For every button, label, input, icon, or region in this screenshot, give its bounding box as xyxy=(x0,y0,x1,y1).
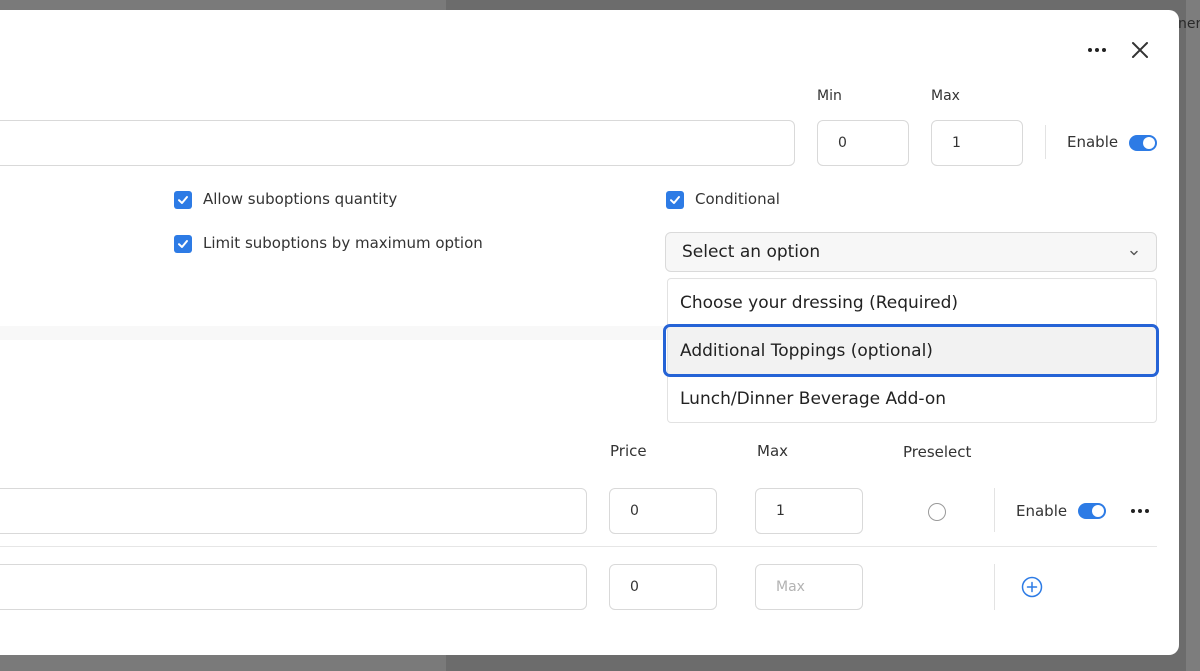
select-placeholder: Select an option xyxy=(682,242,821,262)
suboption-name-input[interactable] xyxy=(0,488,587,534)
preselect-header: Preselect xyxy=(903,443,972,461)
divider xyxy=(994,564,995,610)
dropdown-option[interactable]: Lunch/Dinner Beverage Add-on xyxy=(668,375,1156,423)
close-icon[interactable] xyxy=(1128,38,1152,62)
dropdown-option[interactable]: Choose your dressing (Required) xyxy=(668,279,1156,327)
allow-quantity-checkbox[interactable] xyxy=(174,191,192,209)
chevron-down-icon xyxy=(1130,250,1138,256)
check-icon xyxy=(178,240,188,248)
section-stripe xyxy=(0,326,666,340)
ellipsis-icon[interactable] xyxy=(1084,38,1110,62)
row-divider xyxy=(0,546,1157,547)
limit-by-max-label: Limit suboptions by maximum option xyxy=(203,234,483,252)
suboption-modal: Min Max Enable Allow suboptions quantity… xyxy=(0,10,1179,655)
min-label: Min xyxy=(817,88,842,104)
row-enable-toggle[interactable] xyxy=(1078,503,1106,519)
conditional-checkbox[interactable] xyxy=(666,191,684,209)
condition-dropdown: Choose your dressing (Required) Addition… xyxy=(667,278,1157,423)
divider xyxy=(1045,125,1046,159)
condition-select[interactable]: Select an option xyxy=(665,232,1157,272)
add-circle-icon[interactable] xyxy=(1021,576,1043,598)
new-max-input[interactable] xyxy=(755,564,863,610)
max-header: Max xyxy=(757,442,789,460)
enable-label: Enable xyxy=(1067,133,1119,151)
price-input[interactable] xyxy=(609,488,717,534)
backdrop-peek-text: ner xyxy=(1178,16,1200,32)
max-input[interactable] xyxy=(931,120,1023,166)
row-enable-label: Enable xyxy=(1016,502,1068,520)
backdrop-panel xyxy=(1186,0,1200,671)
divider xyxy=(994,488,995,532)
limit-by-max-checkbox[interactable] xyxy=(174,235,192,253)
conditional-label: Conditional xyxy=(695,190,780,208)
new-price-input[interactable] xyxy=(609,564,717,610)
max-label: Max xyxy=(931,88,960,104)
price-header: Price xyxy=(610,442,647,460)
allow-quantity-label: Allow suboptions quantity xyxy=(203,190,398,208)
dropdown-option-highlighted[interactable]: Additional Toppings (optional) xyxy=(668,327,1156,375)
option-name-input[interactable] xyxy=(0,120,795,166)
max-input[interactable] xyxy=(755,488,863,534)
enable-toggle[interactable] xyxy=(1129,135,1157,151)
min-input[interactable] xyxy=(817,120,909,166)
preselect-radio[interactable] xyxy=(928,503,946,521)
check-icon xyxy=(670,196,680,204)
new-suboption-name-input[interactable] xyxy=(0,564,587,610)
check-icon xyxy=(178,196,188,204)
ellipsis-icon[interactable] xyxy=(1128,501,1152,521)
